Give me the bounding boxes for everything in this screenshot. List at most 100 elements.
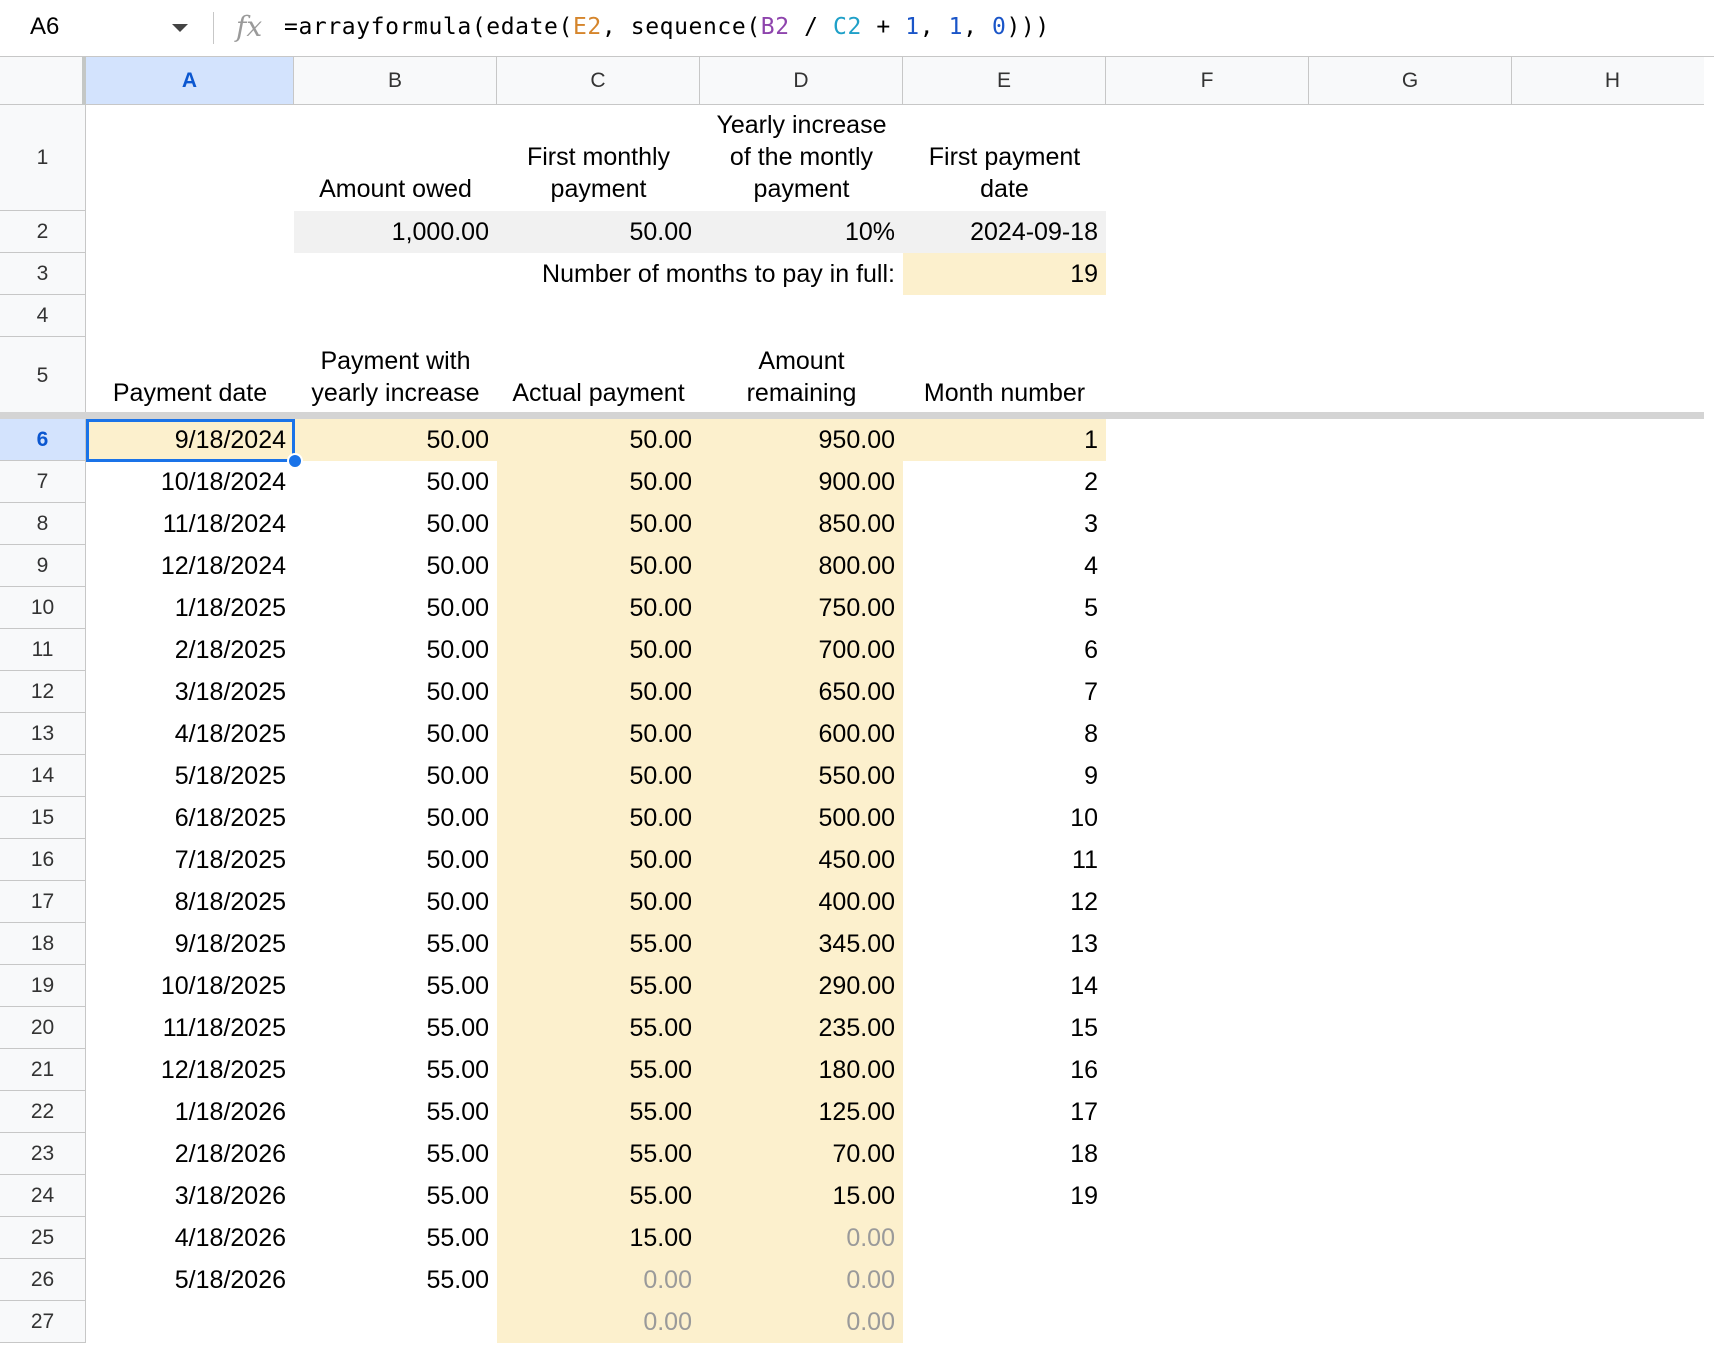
cell-actual-payment[interactable]: 55.00 [497, 1133, 700, 1175]
cell-payment-date[interactable]: 3/18/2025 [86, 671, 294, 713]
cell-actual-payment[interactable]: 55.00 [497, 1175, 700, 1217]
cell-payment-date[interactable]: 1/18/2026 [86, 1091, 294, 1133]
cell-payment-date[interactable]: 12/18/2024 [86, 545, 294, 587]
cell-payment-date[interactable]: 11/18/2025 [86, 1007, 294, 1049]
cell-month-number[interactable]: 9 [903, 755, 1106, 797]
cell-payment-with-increase[interactable]: 50.00 [294, 545, 497, 587]
cell-actual-payment[interactable]: 50.00 [497, 419, 700, 461]
row-header-11[interactable]: 11 [0, 629, 86, 671]
cell-month-number[interactable]: 15 [903, 1007, 1106, 1049]
input-amount-owed[interactable]: 1,000.00 [294, 211, 497, 253]
column-header-e[interactable]: E [903, 57, 1106, 105]
column-header-a[interactable]: A [86, 57, 294, 105]
row-header-13[interactable]: 13 [0, 713, 86, 755]
cell-amount-remaining[interactable]: 800.00 [700, 545, 903, 587]
cell-amount-remaining[interactable]: 750.00 [700, 587, 903, 629]
cell-actual-payment[interactable]: 50.00 [497, 503, 700, 545]
cell-payment-with-increase[interactable]: 55.00 [294, 1091, 497, 1133]
cell-month-number[interactable] [903, 1301, 1106, 1343]
cell-amount-remaining[interactable]: 600.00 [700, 713, 903, 755]
cell-actual-payment[interactable]: 55.00 [497, 1049, 700, 1091]
cell-actual-payment[interactable]: 50.00 [497, 461, 700, 503]
cell-month-number[interactable]: 6 [903, 629, 1106, 671]
cell-payment-date[interactable]: 11/18/2024 [86, 503, 294, 545]
cell-month-number[interactable]: 3 [903, 503, 1106, 545]
months-to-pay-label[interactable]: Number of months to pay in full: [294, 253, 903, 295]
cell-amount-remaining[interactable]: 0.00 [700, 1301, 903, 1343]
row-header-15[interactable]: 15 [0, 797, 86, 839]
column-header-f[interactable]: F [1106, 57, 1309, 105]
cell-month-number[interactable]: 5 [903, 587, 1106, 629]
row-header-17[interactable]: 17 [0, 881, 86, 923]
cell-payment-with-increase[interactable]: 50.00 [294, 671, 497, 713]
row-header-16[interactable]: 16 [0, 839, 86, 881]
cell-payment-date[interactable]: 10/18/2024 [86, 461, 294, 503]
cell-payment-date[interactable]: 4/18/2026 [86, 1217, 294, 1259]
name-box[interactable]: A6 [0, 0, 205, 56]
header-amount-owed[interactable]: Amount owed [294, 105, 497, 211]
cell-payment-date[interactable]: 7/18/2025 [86, 839, 294, 881]
input-yearly-increase[interactable]: 10% [700, 211, 903, 253]
cell-amount-remaining[interactable]: 500.00 [700, 797, 903, 839]
cell-actual-payment[interactable]: 55.00 [497, 1007, 700, 1049]
cell-amount-remaining[interactable]: 125.00 [700, 1091, 903, 1133]
fill-handle[interactable] [287, 453, 303, 469]
row-header-18[interactable]: 18 [0, 923, 86, 965]
cell-payment-date[interactable]: 3/18/2026 [86, 1175, 294, 1217]
cell-actual-payment[interactable]: 50.00 [497, 755, 700, 797]
cell-payment-with-increase[interactable]: 55.00 [294, 1217, 497, 1259]
row-header-7[interactable]: 7 [0, 461, 86, 503]
row-header-26[interactable]: 26 [0, 1259, 86, 1301]
row-header-20[interactable]: 20 [0, 1007, 86, 1049]
table-header-actual-payment[interactable]: Actual payment [497, 337, 700, 415]
row-header-21[interactable]: 21 [0, 1049, 86, 1091]
cell-month-number[interactable]: 13 [903, 923, 1106, 965]
row-header-27[interactable]: 27 [0, 1301, 86, 1343]
cell-payment-with-increase[interactable]: 50.00 [294, 797, 497, 839]
cell-amount-remaining[interactable]: 450.00 [700, 839, 903, 881]
cell-payment-with-increase[interactable]: 55.00 [294, 1049, 497, 1091]
cell-payment-date[interactable]: 4/18/2025 [86, 713, 294, 755]
cell-amount-remaining[interactable]: 235.00 [700, 1007, 903, 1049]
row-header-1[interactable]: 1 [0, 105, 86, 211]
cell-month-number[interactable]: 10 [903, 797, 1106, 839]
row-header-6[interactable]: 6 [0, 419, 86, 461]
cell-month-number[interactable]: 2 [903, 461, 1106, 503]
vertical-scrollbar[interactable] [1704, 57, 1714, 1346]
cell-payment-date[interactable]: 10/18/2025 [86, 965, 294, 1007]
cell-amount-remaining[interactable]: 15.00 [700, 1175, 903, 1217]
cell-payment-with-increase[interactable]: 55.00 [294, 1175, 497, 1217]
cell-actual-payment[interactable]: 50.00 [497, 671, 700, 713]
cell-payment-with-increase[interactable]: 50.00 [294, 713, 497, 755]
cell-month-number[interactable]: 11 [903, 839, 1106, 881]
cell-payment-with-increase[interactable]: 50.00 [294, 461, 497, 503]
cell-payment-date[interactable]: 12/18/2025 [86, 1049, 294, 1091]
cell-month-number[interactable]: 12 [903, 881, 1106, 923]
row-header-9[interactable]: 9 [0, 545, 86, 587]
cell-payment-date[interactable]: 1/18/2025 [86, 587, 294, 629]
row-header-22[interactable]: 22 [0, 1091, 86, 1133]
cell-payment-with-increase[interactable]: 50.00 [294, 629, 497, 671]
cell-payment-with-increase[interactable]: 50.00 [294, 503, 497, 545]
row-header-5[interactable]: 5 [0, 337, 86, 415]
cell-actual-payment[interactable]: 50.00 [497, 587, 700, 629]
row-header-8[interactable]: 8 [0, 503, 86, 545]
cell-payment-date[interactable]: 2/18/2026 [86, 1133, 294, 1175]
cell-month-number[interactable]: 14 [903, 965, 1106, 1007]
cell-month-number[interactable]: 8 [903, 713, 1106, 755]
row-header-23[interactable]: 23 [0, 1133, 86, 1175]
cell-amount-remaining[interactable]: 345.00 [700, 923, 903, 965]
column-header-g[interactable]: G [1309, 57, 1512, 105]
cell-month-number[interactable]: 16 [903, 1049, 1106, 1091]
select-all-corner[interactable] [0, 57, 86, 105]
row-header-14[interactable]: 14 [0, 755, 86, 797]
cell-actual-payment[interactable]: 55.00 [497, 965, 700, 1007]
cell-payment-date[interactable] [86, 1301, 294, 1343]
cell-payment-with-increase[interactable]: 50.00 [294, 839, 497, 881]
cell-payment-date[interactable]: 8/18/2025 [86, 881, 294, 923]
column-header-b[interactable]: B [294, 57, 497, 105]
cell-month-number[interactable]: 17 [903, 1091, 1106, 1133]
cell-actual-payment[interactable]: 0.00 [497, 1301, 700, 1343]
table-header-month-number[interactable]: Month number [903, 337, 1106, 415]
row-header-12[interactable]: 12 [0, 671, 86, 713]
